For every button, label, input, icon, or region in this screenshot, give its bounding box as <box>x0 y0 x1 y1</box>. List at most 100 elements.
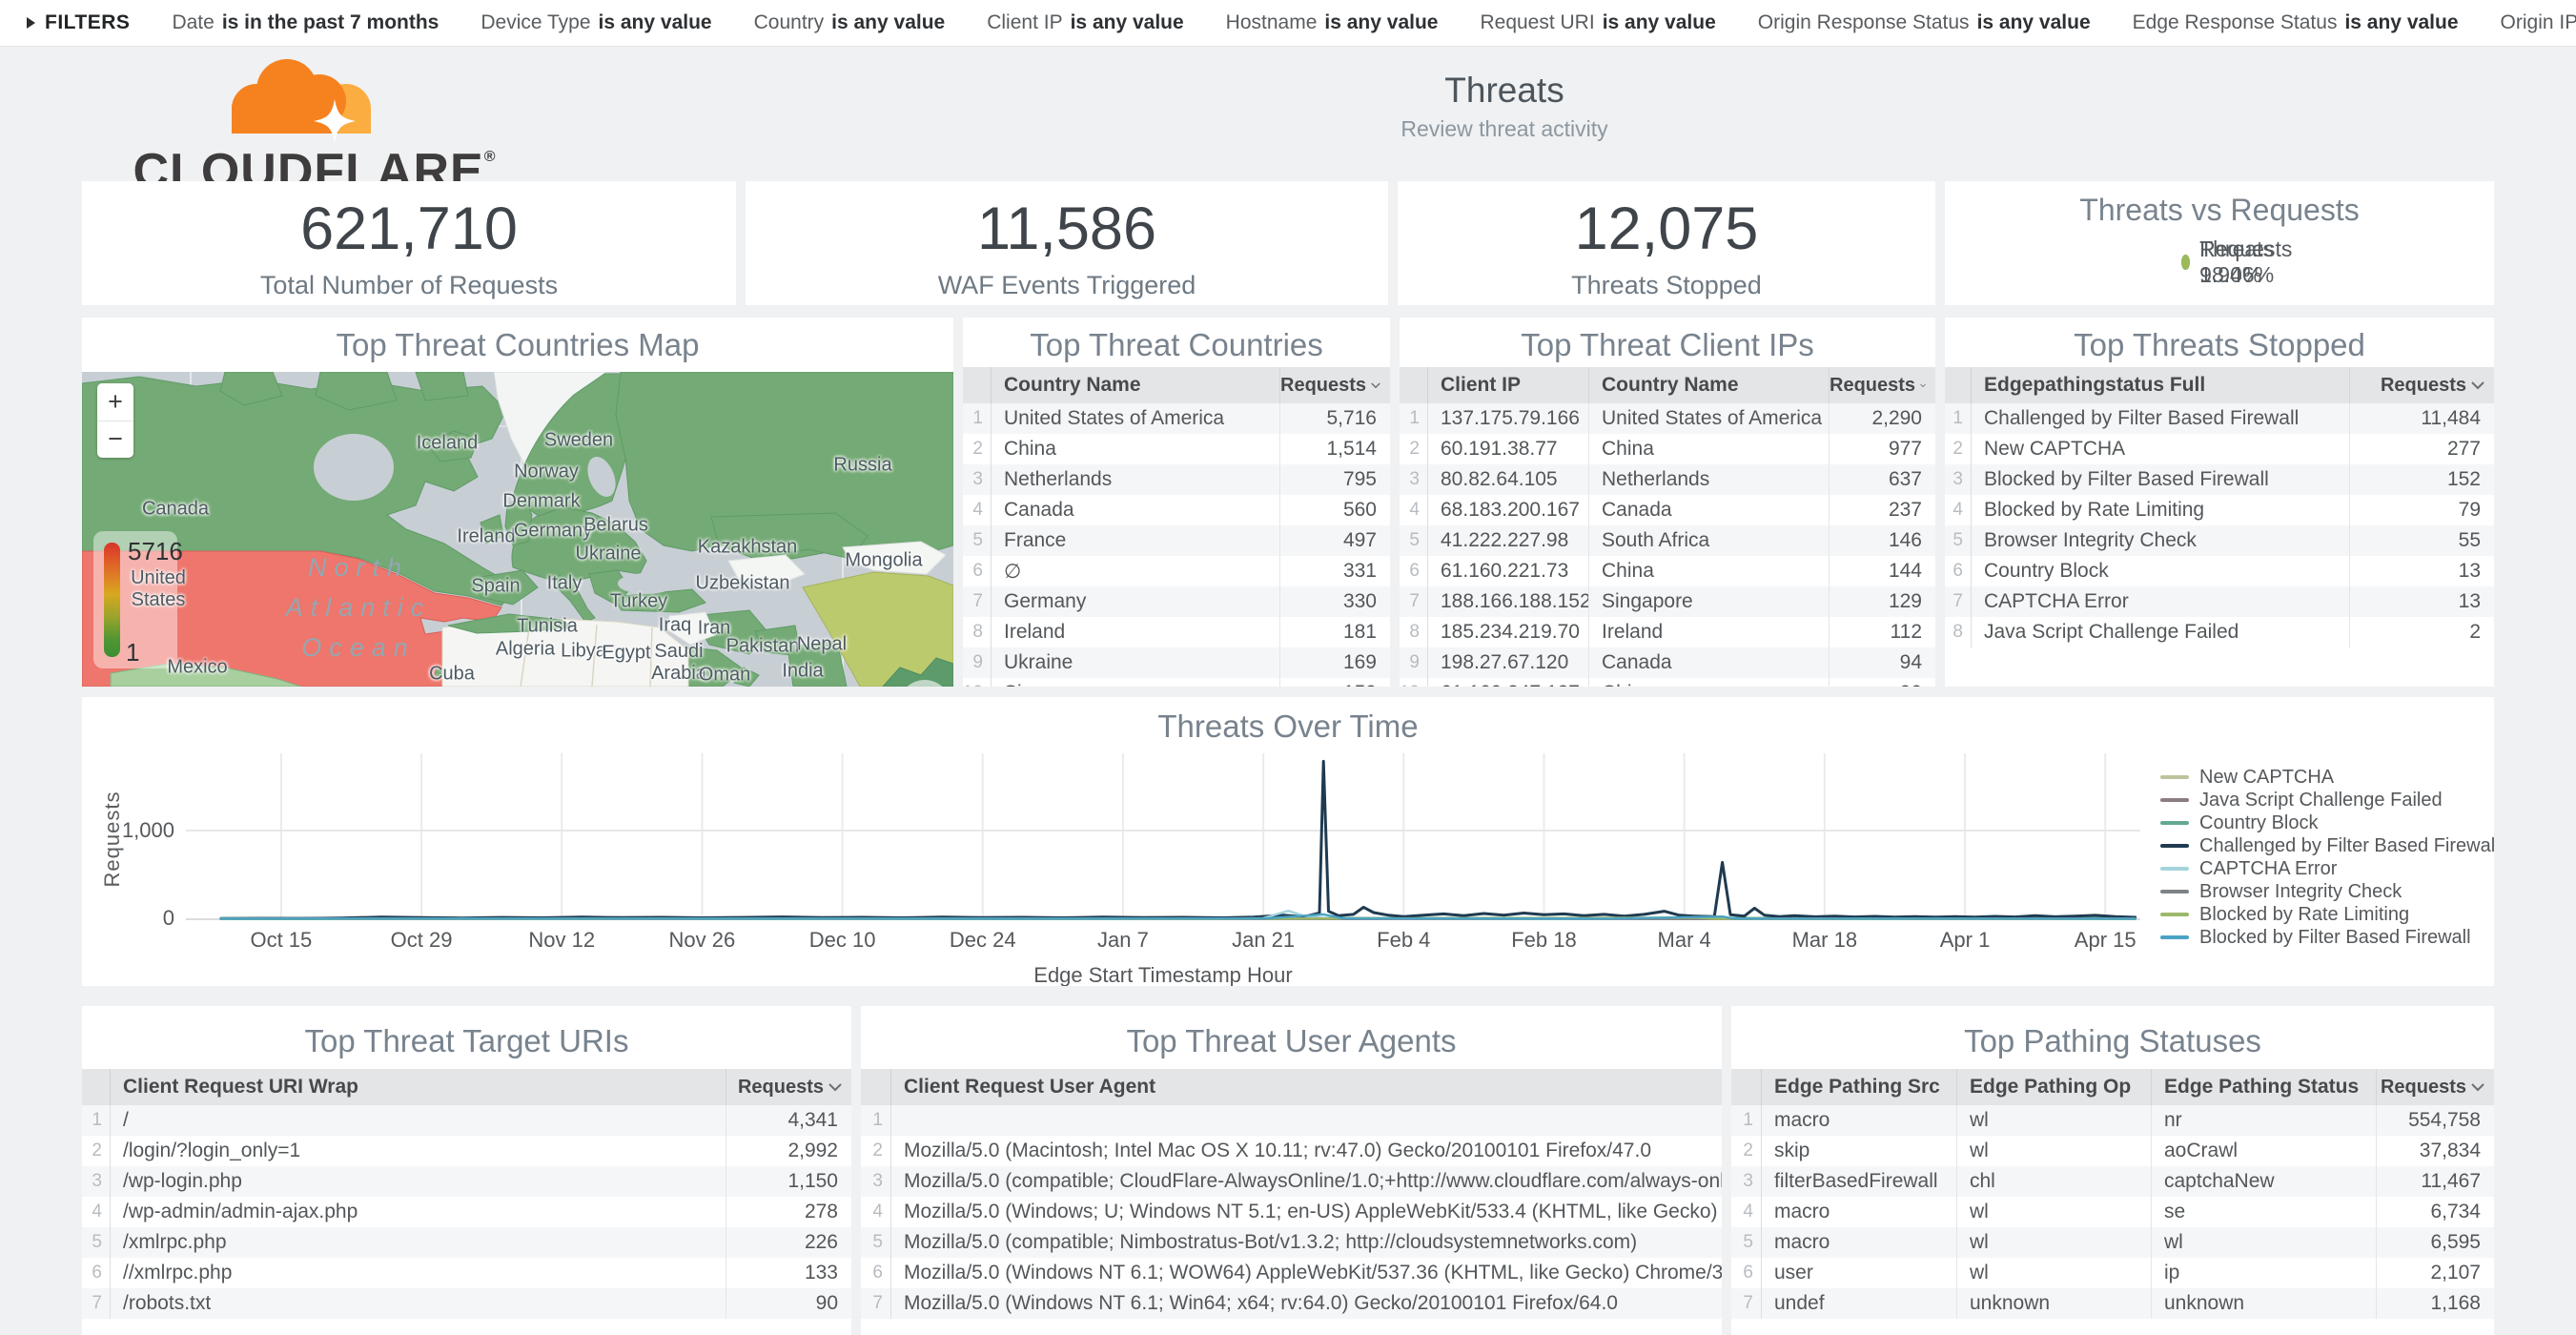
map-country-label: India <box>782 661 823 683</box>
legend-line-swatch <box>2160 867 2189 871</box>
card-threats-vs-requests: Threats vs Requests Requests 98.06% Thre… <box>1945 181 2494 305</box>
table-row: 3 80.82.64.105 Netherlands 637 <box>1400 464 1935 495</box>
panel-title: Threats vs Requests <box>1945 193 2494 228</box>
table-body: 1 2 Mozilla/5.0 (Macintosh; Intel Mac OS… <box>861 1105 1722 1319</box>
panel-title: Top Threat User Agents <box>861 1023 1722 1059</box>
map-country-label: Uzbekistan <box>696 573 790 595</box>
legend-item: Blocked by Filter Based Firewall <box>2160 926 2494 949</box>
map-country-label: Denmark <box>502 491 580 513</box>
panel-title: Top Threat Client IPs <box>1400 327 1935 363</box>
filter-item[interactable]: Client IPis any value <box>987 11 1183 34</box>
table-row: 5 Browser Integrity Check 55 <box>1945 525 2494 556</box>
column-header-requests[interactable]: Requests <box>726 1069 851 1105</box>
table-row: 8 Ireland 181 <box>963 617 1390 647</box>
column-header[interactable]: Edge Pathing Op <box>1956 1069 2151 1105</box>
filter-item[interactable]: Device Typeis any value <box>480 11 711 34</box>
legend-dot <box>2181 255 2190 270</box>
x-tick-label: Oct 15 <box>224 928 338 953</box>
map-canvas[interactable]: North Atlantic Ocean 5716 1 Canada Unite… <box>82 372 953 687</box>
legend-item: Challenged by Filter Based Firewall <box>2160 834 2494 857</box>
filter-items: Dateis in the past 7 months Device Typei… <box>172 11 2576 34</box>
column-header[interactable]: Country Name <box>992 374 1279 397</box>
map-country-label: Cuba <box>429 664 475 686</box>
panel-top-pathing-statuses: Top Pathing Statuses Edge Pathing Src Ed… <box>1731 1006 2494 1335</box>
column-header-requests[interactable]: Requests <box>1279 367 1390 403</box>
table-row: 5 41.222.227.98 South Africa 146 <box>1400 525 1935 556</box>
filters-toggle-label: FILTERS <box>45 11 130 34</box>
legend-item: CAPTCHA Error <box>2160 857 2494 880</box>
column-header[interactable]: Client IP <box>1428 374 1588 397</box>
map-country-label: Canada <box>142 499 209 521</box>
table-row: 2 60.191.38.77 China 977 <box>1400 434 1935 464</box>
table-row: 4 Blocked by Rate Limiting 79 <box>1945 495 2494 525</box>
map-country-label: Ireland <box>457 526 515 548</box>
table-header: Client Request URI Wrap Requests <box>82 1069 851 1105</box>
column-header-requests[interactable]: Requests <box>2376 1069 2494 1105</box>
column-header[interactable]: Client Request URI Wrap <box>111 1076 726 1099</box>
panel-title: Top Threats Stopped <box>1945 327 2494 363</box>
column-header[interactable]: Edge Pathing Status <box>2151 1069 2376 1105</box>
table-row: 3 filterBasedFirewall chl captchaNew 11,… <box>1731 1166 2494 1197</box>
panel-top-threat-user-agents: Top Threat User Agents Client Request Us… <box>861 1006 1722 1335</box>
table-body: 1 United States of America 5,716 2 China… <box>963 403 1390 687</box>
column-header[interactable]: Country Name <box>1588 367 1829 403</box>
table-row: 5 France 497 <box>963 525 1390 556</box>
stat-label: Threats Stopped <box>1398 271 1935 300</box>
panel-title: Threats Over Time <box>82 709 2494 745</box>
column-header[interactable]: Edgepathingstatus Full <box>1972 374 2349 397</box>
stat-value: 621,710 <box>82 195 736 263</box>
filter-item[interactable]: Edge Response Statusis any value <box>2133 11 2459 34</box>
x-tick-label: Jan 7 <box>1066 928 1180 953</box>
x-tick-label: Nov 12 <box>504 928 619 953</box>
map-country-label: Kazakhstan <box>698 537 798 559</box>
table-row: 2 New CAPTCHA 277 <box>1945 434 2494 464</box>
filters-toggle[interactable]: FILTERS <box>27 11 130 34</box>
table-row: 9 Ukraine 169 <box>963 647 1390 678</box>
card-waf-events: 11,586 WAF Events Triggered <box>746 181 1388 305</box>
table-row: 3 Mozilla/5.0 (compatible; CloudFlare-Al… <box>861 1166 1722 1197</box>
filter-item[interactable]: Hostnameis any value <box>1226 11 1439 34</box>
zoom-in-button[interactable]: + <box>97 383 133 421</box>
stat-value: 12,075 <box>1398 195 1935 263</box>
column-header[interactable]: Edge Pathing Src <box>1762 1076 1956 1099</box>
map-country-label: Sweden <box>544 430 613 452</box>
legend-item: Java Script Challenge Failed <box>2160 789 2494 811</box>
filter-item[interactable]: Origin IPis any value <box>2501 11 2576 34</box>
table-row: 6 //xmlrpc.php 133 <box>82 1258 851 1288</box>
table-row: 5 Mozilla/5.0 (compatible; Nimbostratus-… <box>861 1227 1722 1258</box>
panel-threat-countries-map: Top Threat Countries Map <box>82 318 953 687</box>
table-header: Edge Pathing Src Edge Pathing Op Edge Pa… <box>1731 1069 2494 1105</box>
zoom-out-button[interactable]: − <box>97 421 133 459</box>
table-header: Client IP Country Name Requests <box>1400 367 1935 403</box>
filter-item[interactable]: Request URIis any value <box>1480 11 1715 34</box>
table-row: 1 / 4,341 <box>82 1105 851 1136</box>
filter-item[interactable]: Dateis in the past 7 months <box>172 11 439 34</box>
panel-title: Top Threat Countries <box>963 327 1390 363</box>
stat-value: 11,586 <box>746 195 1388 263</box>
map-country-label: Turkey <box>610 591 667 613</box>
column-header-requests[interactable]: Requests <box>2349 367 2494 403</box>
stat-label: WAF Events Triggered <box>746 271 1388 300</box>
map-country-label: Norway <box>514 462 579 483</box>
filter-item[interactable]: Origin Response Statusis any value <box>1758 11 2091 34</box>
x-tick-label: Mar 18 <box>1768 928 1882 953</box>
table-body: 1 Challenged by Filter Based Firewall 11… <box>1945 403 2494 647</box>
page-title: Threats <box>1218 71 1790 111</box>
x-axis-ticks: Oct 15Oct 29Nov 12Nov 26Dec 10Dec 24Jan … <box>186 928 2140 956</box>
legend-line-swatch <box>2160 821 2189 825</box>
table-row: 4 Canada 560 <box>963 495 1390 525</box>
column-header[interactable]: Client Request User Agent <box>891 1076 1722 1099</box>
filter-item[interactable]: Countryis any value <box>754 11 946 34</box>
sort-desc-icon <box>828 1083 842 1092</box>
panel-top-threat-client-ips: Top Threat Client IPs Client IP Country … <box>1400 318 1935 687</box>
panel-title: Top Threat Target URIs <box>82 1023 851 1059</box>
map-country-label: Mongolia <box>845 550 922 572</box>
x-tick-label: Nov 26 <box>644 928 759 953</box>
table-header: Client Request User Agent <box>861 1069 1722 1105</box>
ocean-label: North Atlantic Ocean <box>286 548 432 668</box>
threats-over-time-chart[interactable] <box>186 753 2140 921</box>
table-row: 5 macro wl wl 6,595 <box>1731 1227 2494 1258</box>
table-row: 1 137.175.79.166 United States of Americ… <box>1400 403 1935 434</box>
column-header-requests[interactable]: Requests <box>1829 367 1935 403</box>
table-row: 1 <box>861 1105 1722 1136</box>
